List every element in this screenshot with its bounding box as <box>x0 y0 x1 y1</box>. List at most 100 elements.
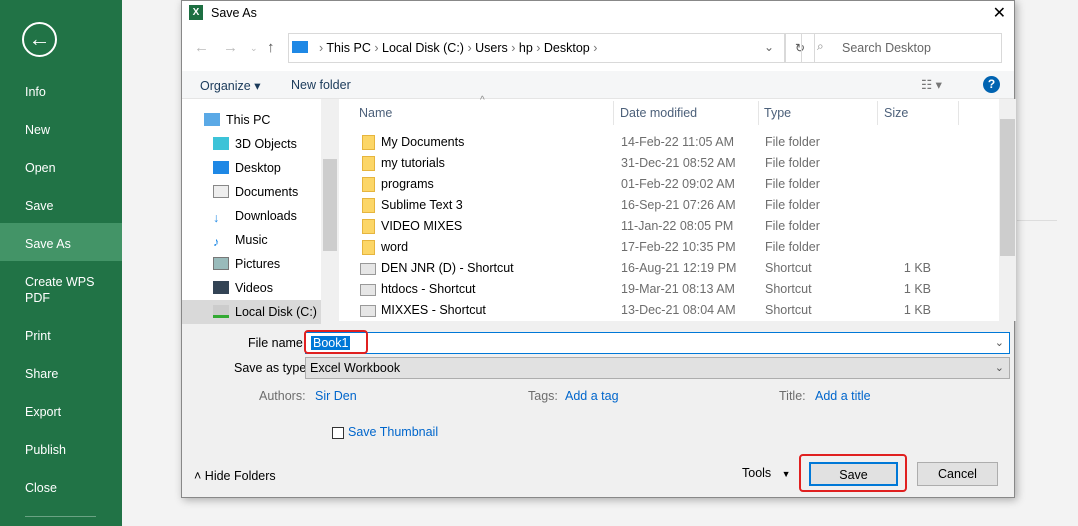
backstage-sidebar: ← Info New Open Save Save As Create WPS … <box>0 0 122 526</box>
file-row[interactable]: DEN JNR (D) - Shortcut 16-Aug-21 12:19 P… <box>339 258 999 279</box>
file-row[interactable]: My Documents 14-Feb-22 11:05 AM File fol… <box>339 132 999 153</box>
nav-3d-objects[interactable]: 3D Objects <box>182 132 321 156</box>
menu-export[interactable]: Export <box>0 404 122 420</box>
nav-documents[interactable]: Documents <box>182 180 321 204</box>
new-folder-button[interactable]: New folder <box>291 78 351 92</box>
file-name-input[interactable]: Book1 ⌄ <box>305 332 1010 354</box>
title-label: Title: <box>779 389 806 403</box>
close-button[interactable]: ✕ <box>993 3 1006 23</box>
back-icon[interactable]: ← <box>194 39 209 56</box>
file-name: htdocs - Shortcut <box>381 282 476 296</box>
cancel-button[interactable]: Cancel <box>917 462 998 486</box>
column-name[interactable]: Name <box>359 106 392 120</box>
menu-new[interactable]: New <box>0 122 122 138</box>
nav-desktop[interactable]: Desktop <box>182 156 321 180</box>
file-size: 1 KB <box>903 261 931 275</box>
recent-chevron-icon[interactable]: ⌄ <box>250 43 258 54</box>
menu-info[interactable]: Info <box>0 84 122 100</box>
list-scrollbar[interactable] <box>999 99 1016 321</box>
chevron-down-icon[interactable]: ⌄ <box>764 40 774 54</box>
nav-videos[interactable]: Videos <box>182 276 321 300</box>
nav-scrollbar[interactable] <box>321 99 338 321</box>
file-size: 1 KB <box>903 282 931 296</box>
folder-icon <box>362 240 375 255</box>
chevron-down-icon[interactable]: ⌄ <box>995 336 1004 349</box>
nav-downloads[interactable]: ↓ Downloads <box>182 204 321 228</box>
scroll-thumb[interactable] <box>323 159 337 251</box>
search-input[interactable]: Search Desktop <box>801 33 1002 63</box>
file-date: 16-Sep-21 07:26 AM <box>621 198 736 212</box>
tags-input[interactable]: Add a tag <box>565 389 619 403</box>
menu-create-wps-pdf[interactable]: Create WPS PDF <box>0 274 100 306</box>
search-icon: ⌕ <box>817 39 824 53</box>
folder-icon <box>362 198 375 213</box>
up-icon[interactable]: ↑ <box>267 39 275 56</box>
address-bar[interactable]: › This PC › Local Disk (C:) › Users › hp… <box>288 33 785 63</box>
crumb[interactable]: Local Disk (C:) <box>382 41 464 55</box>
file-type: Shortcut <box>765 282 812 296</box>
picture-icon <box>213 257 229 270</box>
title-input[interactable]: Add a title <box>815 389 871 403</box>
hide-folders-button[interactable]: ˄ Hide Folders <box>194 469 276 483</box>
desktop-icon <box>213 161 229 174</box>
save-as-dialog: X Save As ✕ ← → ⌄ ↑ › This PC › Local Di… <box>181 0 1016 498</box>
forward-icon[interactable]: → <box>223 39 238 56</box>
menu-print[interactable]: Print <box>0 328 122 344</box>
file-type: File folder <box>765 135 820 149</box>
save-button[interactable]: Save <box>809 462 898 486</box>
folder-icon <box>362 156 375 171</box>
help-icon[interactable]: ? <box>983 76 1000 93</box>
view-options-icon[interactable]: ☷ ▾ <box>921 77 942 92</box>
shortcut-icon <box>360 284 376 296</box>
crumb[interactable]: This PC <box>326 41 370 55</box>
divider <box>25 516 96 517</box>
file-name: DEN JNR (D) - Shortcut <box>381 261 514 275</box>
back-arrow-icon[interactable]: ← <box>22 22 57 57</box>
crumb[interactable]: hp <box>519 41 533 55</box>
file-row[interactable]: Sublime Text 3 16-Sep-21 07:26 AM File f… <box>339 195 999 216</box>
chevron-up-icon: ˄ <box>194 469 202 483</box>
toolbar: Organize ▾ New folder ☷ ▾ ? <box>182 71 1014 99</box>
save-thumbnail-label[interactable]: Save Thumbnail <box>348 425 438 439</box>
menu-open[interactable]: Open <box>0 160 122 176</box>
file-name: MIXXES - Shortcut <box>381 303 486 317</box>
column-date-modified[interactable]: Date modified <box>620 106 697 120</box>
download-icon: ↓ <box>213 211 220 225</box>
file-name: my tutorials <box>381 156 445 170</box>
save-type-select[interactable]: Excel Workbook ⌄ <box>305 357 1010 379</box>
file-size: 1 KB <box>903 303 931 317</box>
column-type[interactable]: Type <box>764 106 791 120</box>
highlight-annotation <box>304 330 368 354</box>
file-row[interactable]: word 17-Feb-22 10:35 PM File folder <box>339 237 999 258</box>
crumb[interactable]: Users <box>475 41 508 55</box>
file-row[interactable]: programs 01-Feb-22 09:02 AM File folder <box>339 174 999 195</box>
menu-share[interactable]: Share <box>0 366 122 382</box>
authors-value[interactable]: Sir Den <box>315 389 357 403</box>
file-row[interactable]: my tutorials 31-Dec-21 08:52 AM File fol… <box>339 153 999 174</box>
save-thumbnail-checkbox[interactable] <box>332 427 344 439</box>
folder-icon <box>362 219 375 234</box>
file-row[interactable]: VIDEO MIXES 11-Jan-22 08:05 PM File fold… <box>339 216 999 237</box>
title-bar: X Save As ✕ <box>182 1 1014 25</box>
menu-publish[interactable]: Publish <box>0 442 122 458</box>
column-size[interactable]: Size <box>884 106 908 120</box>
file-name: VIDEO MIXES <box>381 219 463 233</box>
cube-icon <box>213 137 229 150</box>
tools-button[interactable]: Tools ▼ <box>742 466 791 480</box>
address-row: ← → ⌄ ↑ › This PC › Local Disk (C:) › Us… <box>182 25 1014 71</box>
menu-save-as[interactable]: Save As <box>0 223 122 261</box>
breadcrumb: › This PC › Local Disk (C:) › Users › hp… <box>319 41 598 55</box>
dropdown-icon: ▼ <box>781 469 791 479</box>
scroll-thumb[interactable] <box>1000 119 1015 256</box>
shortcut-icon <box>360 305 376 317</box>
divider <box>1017 220 1057 221</box>
nav-local-disk[interactable]: Local Disk (C:) <box>182 300 321 324</box>
file-row[interactable]: MIXXES - Shortcut 13-Dec-21 08:04 AM Sho… <box>339 300 999 321</box>
nav-music[interactable]: ♪ Music <box>182 228 321 252</box>
menu-save[interactable]: Save <box>0 198 122 214</box>
nav-pictures[interactable]: Pictures <box>182 252 321 276</box>
file-row[interactable]: htdocs - Shortcut 19-Mar-21 08:13 AM Sho… <box>339 279 999 300</box>
organize-button[interactable]: Organize ▾ <box>200 78 260 93</box>
menu-close[interactable]: Close <box>0 480 122 496</box>
crumb[interactable]: Desktop <box>544 41 590 55</box>
